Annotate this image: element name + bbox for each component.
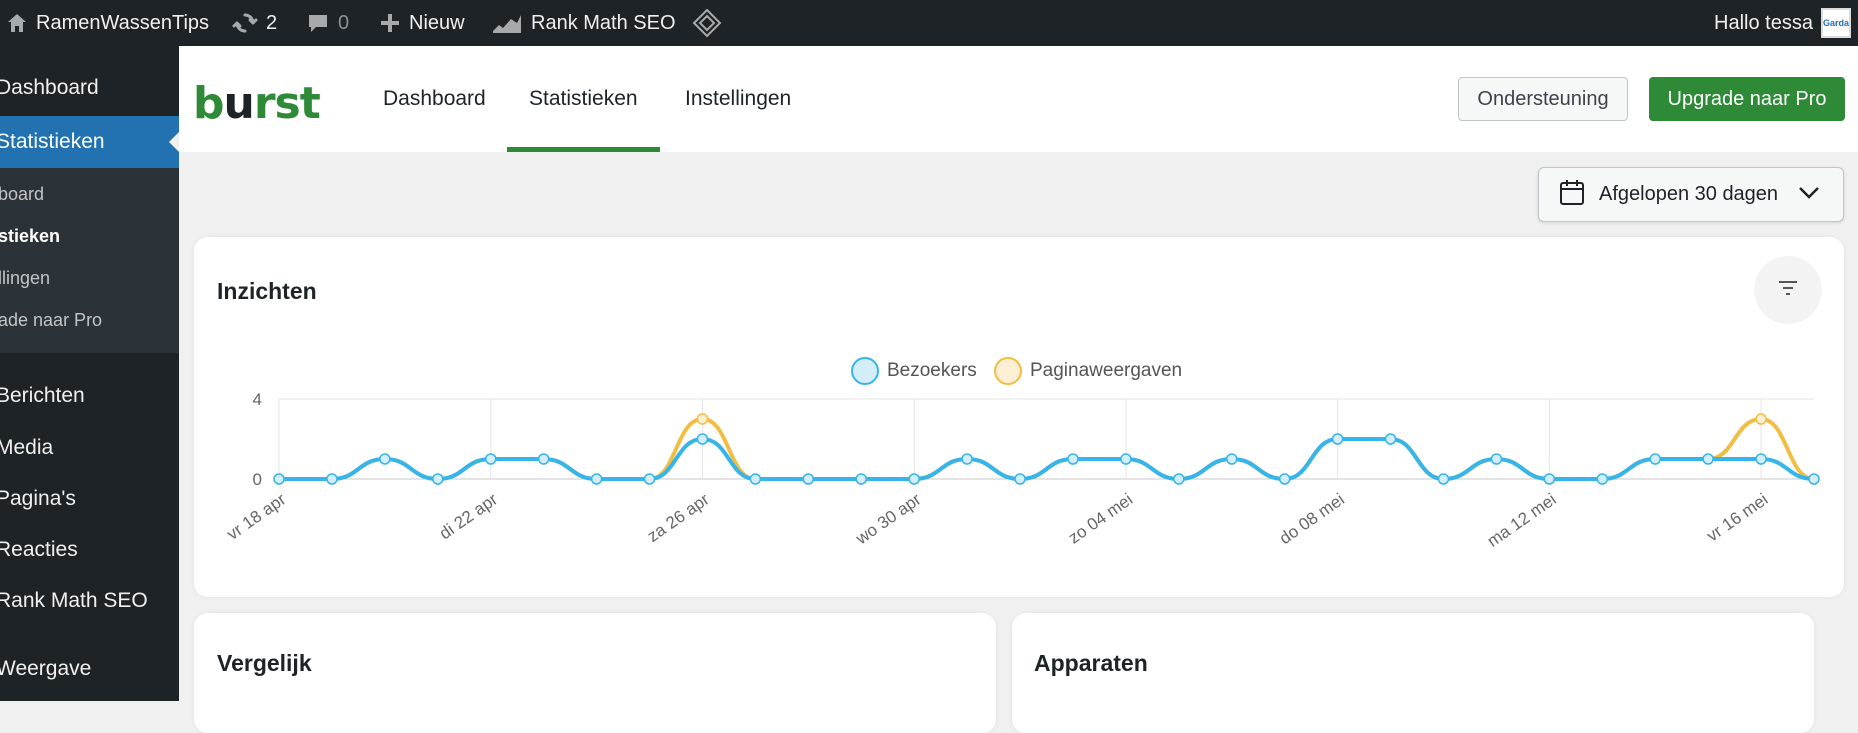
data-point-visitors[interactable] bbox=[855, 473, 867, 485]
devices-card: Apparaten bbox=[1012, 613, 1814, 733]
x-tick-label: ma 12 mei bbox=[1484, 490, 1560, 551]
data-point-pageviews[interactable] bbox=[1755, 413, 1767, 425]
x-tick-label: za 26 apr bbox=[644, 490, 713, 546]
data-point-visitors[interactable] bbox=[908, 473, 920, 485]
compare-title: Vergelijk bbox=[217, 650, 312, 676]
data-point-visitors[interactable] bbox=[1120, 453, 1132, 465]
y-tick-label: 0 bbox=[253, 470, 262, 489]
data-point-visitors[interactable] bbox=[1755, 453, 1767, 465]
data-point-visitors[interactable] bbox=[802, 473, 815, 485]
x-tick-label: zo 04 mei bbox=[1065, 490, 1136, 548]
data-point-pageviews[interactable] bbox=[696, 413, 709, 425]
data-point-visitors[interactable] bbox=[1278, 473, 1291, 485]
data-point-visitors[interactable] bbox=[484, 453, 497, 465]
data-point-visitors[interactable] bbox=[643, 473, 656, 485]
series-line-visitors bbox=[278, 436, 1815, 482]
data-point-visitors[interactable] bbox=[1331, 433, 1344, 445]
x-tick-label: wo 30 apr bbox=[852, 490, 925, 549]
compare-card: Vergelijk bbox=[194, 613, 996, 733]
data-point-visitors[interactable] bbox=[1067, 453, 1079, 465]
x-tick-label: do 08 mei bbox=[1276, 490, 1348, 548]
data-point-visitors[interactable] bbox=[1543, 473, 1556, 485]
insights-chart: 0 4 vr 18 apr di 22 apr za 26 apr wo 30 apr zo… bbox=[223, 390, 1820, 551]
data-point-visitors[interactable] bbox=[1808, 473, 1820, 485]
data-point-visitors[interactable] bbox=[1702, 453, 1714, 465]
x-tick-label: vr 16 mei bbox=[1703, 490, 1771, 546]
data-point-visitors[interactable] bbox=[1384, 433, 1397, 445]
data-point-visitors[interactable] bbox=[273, 473, 285, 485]
data-point-visitors[interactable] bbox=[590, 473, 603, 485]
data-point-visitors[interactable] bbox=[1014, 473, 1026, 485]
x-tick-label: vr 18 apr bbox=[223, 490, 289, 544]
x-tick-label: di 22 apr bbox=[436, 490, 501, 544]
data-point-visitors[interactable] bbox=[326, 473, 338, 485]
data-point-visitors[interactable] bbox=[696, 433, 709, 445]
data-point-visitors[interactable] bbox=[1649, 453, 1661, 465]
devices-title: Apparaten bbox=[1034, 650, 1148, 676]
data-point-visitors[interactable] bbox=[961, 453, 973, 465]
data-point-visitors[interactable] bbox=[1226, 453, 1238, 465]
data-point-visitors[interactable] bbox=[379, 453, 391, 465]
data-point-visitors[interactable] bbox=[749, 473, 762, 485]
data-point-visitors[interactable] bbox=[432, 473, 444, 485]
data-point-visitors[interactable] bbox=[1437, 473, 1450, 485]
data-point-visitors[interactable] bbox=[537, 453, 550, 465]
data-point-visitors[interactable] bbox=[1490, 453, 1503, 465]
data-point-visitors[interactable] bbox=[1596, 473, 1609, 485]
data-point-visitors[interactable] bbox=[1173, 473, 1185, 485]
y-tick-label: 4 bbox=[253, 390, 262, 409]
